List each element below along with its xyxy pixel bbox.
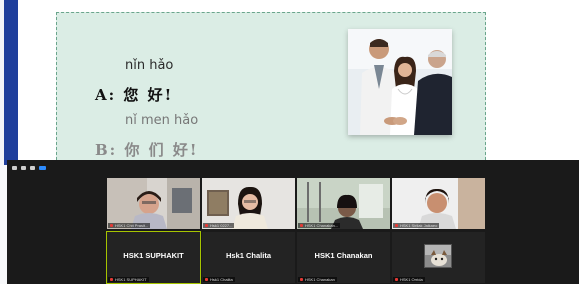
chinese-line-2: 你 们 好! — [124, 141, 199, 159]
profile-photo — [424, 244, 452, 268]
participant-tile-6[interactable]: Hsk1 Chalita Hsk1 Chalita — [202, 232, 295, 283]
minimize-icon[interactable] — [12, 166, 17, 170]
speaker-a: A: — [95, 86, 117, 104]
participant-tile-8[interactable]: HSK1 Orrida — [392, 232, 485, 283]
strip-view-icon[interactable] — [21, 166, 26, 170]
mic-muted-icon — [110, 278, 113, 281]
participant-name-tag: HSK1 Chanakan... — [298, 223, 341, 228]
participant-tile-7[interactable]: HSK1 Chanakan HSK1 Chanakan — [297, 232, 390, 283]
participant-name-tag: HSK1 Chanakan — [298, 277, 337, 282]
participant-name-tag: HSK1 SUPHAKIT — [108, 277, 149, 282]
participant-tile-5[interactable]: HSK1 SUPHAKIT HSK1 SUPHAKIT — [106, 231, 201, 284]
participant-display-name: HSK1 Chanakan — [314, 251, 373, 260]
mic-muted-icon — [300, 278, 303, 281]
screen: nǐn hǎo A: 您 好! nǐ men hǎo B: 你 们 好! HSK… — [0, 0, 579, 284]
mic-muted-icon — [110, 224, 113, 227]
pinyin-line-2: nǐ men hǎo — [125, 113, 199, 128]
mic-muted-icon — [395, 278, 398, 281]
mic-muted-icon — [300, 224, 303, 227]
participant-name-tag: HSK1 Chit Prasit... — [108, 223, 151, 228]
participant-display-name: HSK1 SUPHAKIT — [123, 251, 184, 260]
participant-name-tag: HSK1 Sirilak Jaikaeo — [393, 223, 440, 228]
chinese-line-1: 您 好! — [123, 86, 174, 104]
participant-name-tag: Hsk1 0227... — [203, 223, 235, 228]
participant-tile-3[interactable]: HSK1 Chanakan... — [297, 178, 390, 229]
view-controls[interactable] — [12, 166, 46, 170]
participant-tile-4[interactable]: HSK1 Sirilak Jaikaeo — [392, 178, 485, 229]
grid-view-icon[interactable] — [30, 166, 35, 170]
dialogue-line-2: B: 你 们 好! — [95, 139, 198, 160]
participant-display-name: Hsk1 Chalita — [225, 251, 272, 260]
dialogue-line-1: A: 您 好! — [95, 84, 173, 105]
gallery-view-icon[interactable] — [39, 166, 46, 170]
mic-muted-icon — [395, 224, 398, 227]
mic-muted-icon — [205, 224, 208, 227]
participant-tile-1[interactable]: HSK1 Chit Prasit... — [107, 178, 200, 229]
participant-tile-2[interactable]: Hsk1 0227... — [202, 178, 295, 229]
speaker-b: B: — [95, 141, 118, 159]
mic-muted-icon — [205, 278, 208, 281]
participant-name-tag: HSK1 Orrida — [393, 277, 425, 282]
slide-blue-bar — [4, 0, 18, 165]
participant-name-tag: Hsk1 Chalita — [203, 277, 235, 282]
handshake-photo — [348, 29, 452, 135]
pinyin-line-1: nǐn hǎo — [125, 58, 174, 73]
zoom-gallery-view: HSK1 Chit Prasit... Hsk1 0227... HSK1 Ch… — [7, 160, 579, 284]
